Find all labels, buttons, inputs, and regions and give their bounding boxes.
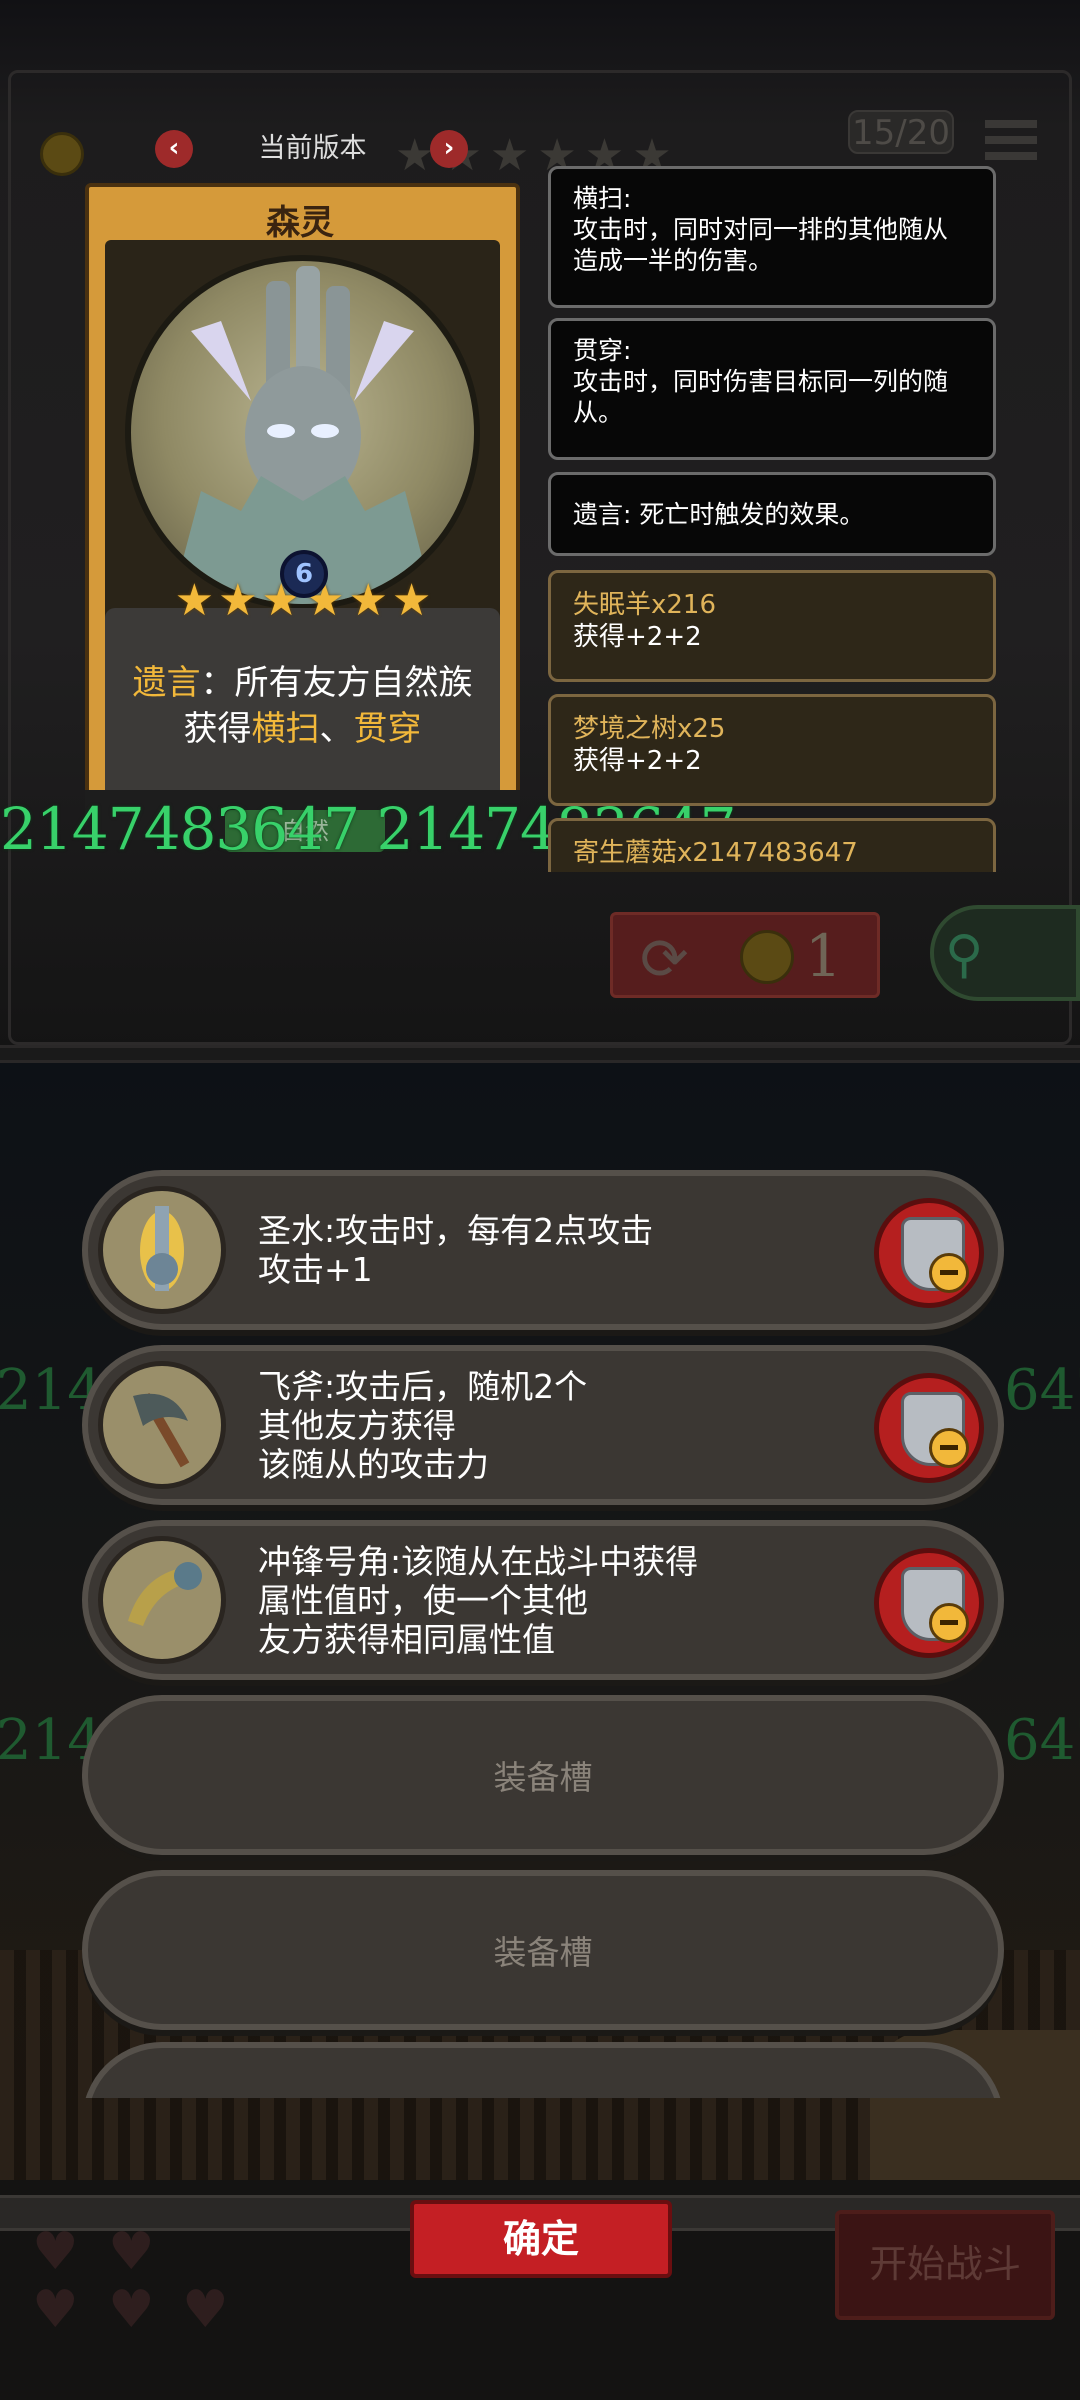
card-name: 森灵 <box>266 203 334 243</box>
bond-item: 寄生蘑菇x2147483647 <box>548 818 996 872</box>
next-version-button[interactable]: › <box>430 130 468 168</box>
desc-separator: 、 <box>319 709 354 749</box>
empty-equipment-slot[interactable]: 装备槽 <box>82 1870 1004 2030</box>
coin-icon <box>40 132 84 176</box>
desc-text: ：所有友方自然族 <box>200 663 473 703</box>
minus-icon <box>929 1428 969 1468</box>
bond-bonus: 获得+2+2 <box>573 746 702 776</box>
heart-icon: ♥ <box>32 2222 79 2282</box>
refresh-cost: 1 <box>805 922 842 990</box>
bond-name: 梦境之树x25 <box>573 714 726 744</box>
keyword-title: 贯穿: <box>573 336 632 365</box>
keyword-text: 攻击时，同时伤害目标同一列的随从。 <box>573 367 949 427</box>
confirm-button[interactable]: 确定 <box>410 2200 672 2278</box>
holy-water-icon <box>98 1186 226 1314</box>
remove-equipment-button[interactable] <box>874 1548 984 1658</box>
desc-text: 获得 <box>183 709 252 749</box>
bond-bonus: 获得+2+2 <box>573 622 702 652</box>
refresh-icon: ⟳ <box>640 925 689 993</box>
bond-item: 失眠羊x216 获得+2+2 <box>548 570 996 682</box>
section-divider <box>0 1045 1080 1063</box>
minus-icon <box>929 1253 969 1293</box>
card-description: 遗言：所有友方自然族 获得横扫、贯穿 <box>110 660 495 752</box>
remove-equipment-button[interactable] <box>874 1373 984 1483</box>
heart-icon: ♥ <box>182 2280 229 2340</box>
equipment-slot[interactable]: 飞斧:攻击后，随机2个 其他友方获得 该随从的攻击力 <box>82 1345 1004 1505</box>
bond-name: 失眠羊x216 <box>573 590 717 620</box>
flying-axe-icon <box>98 1361 226 1489</box>
remove-equipment-button[interactable] <box>874 1198 984 1308</box>
prev-version-button[interactable]: ‹ <box>155 130 193 168</box>
empty-slot-label: 装备槽 <box>493 1758 593 1797</box>
heart-icon: ♥ <box>32 2280 79 2340</box>
desc-keyword-deathrattle: 遗言 <box>132 663 201 703</box>
start-battle-button[interactable]: 开始战斗 <box>835 2210 1055 2320</box>
version-title: 当前版本 <box>258 133 367 164</box>
coin-icon <box>740 930 794 984</box>
equipment-description: 圣水:攻击时，每有2点攻击 攻击+1 <box>258 1211 654 1289</box>
keyword-box-deathrattle: 遗言: 死亡时触发的效果。 <box>548 472 996 556</box>
keyword-box-pierce: 贯穿: 攻击时，同时伤害目标同一列的随从。 <box>548 318 996 460</box>
heart-icon: ♥ <box>108 2280 155 2340</box>
keyword-title: 横扫: <box>573 184 632 213</box>
level-badge: 6 <box>280 550 328 598</box>
side-number-right: 647 <box>1004 1708 1080 1773</box>
empty-equipment-slot[interactable] <box>82 2042 1004 2098</box>
desc-keyword-pierce: 贯穿 <box>353 709 422 749</box>
side-number-right: 647 <box>1004 1358 1080 1423</box>
bond-name: 寄生蘑菇x2147483647 <box>573 838 858 868</box>
empty-slot-label: 装备槽 <box>493 1933 593 1972</box>
equipment-description: 飞斧:攻击后，随机2个 其他友方获得 该随从的攻击力 <box>258 1366 588 1484</box>
equipment-slot[interactable]: 圣水:攻击时，每有2点攻击 攻击+1 <box>82 1170 1004 1330</box>
heart-icon: ♥ <box>108 2222 155 2282</box>
equipment-description: 冲锋号角:该随从在战斗中获得 属性值时，使一个其他 友方获得相同属性值 <box>258 1541 699 1659</box>
keyword-text: 攻击时，同时对同一排的其他随从造成一半的伤害。 <box>573 215 949 275</box>
desc-keyword-sweep: 横扫 <box>251 709 320 749</box>
charge-horn-icon <box>98 1536 226 1664</box>
keyword-box-sweep: 横扫: 攻击时，同时对同一排的其他随从造成一半的伤害。 <box>548 166 996 308</box>
minus-icon <box>929 1603 969 1643</box>
slot-count-badge: 15/20 <box>848 110 954 154</box>
slot-list-clip <box>82 2042 1004 2098</box>
empty-equipment-slot[interactable]: 装备槽 <box>82 1695 1004 1855</box>
search-icon: ⚲ <box>945 925 984 985</box>
menu-icon[interactable] <box>985 120 1037 160</box>
equipment-slot[interactable]: 冲锋号角:该随从在战斗中获得 属性值时，使一个其他 友方获得相同属性值 <box>82 1520 1004 1680</box>
bond-list[interactable]: 失眠羊x216 获得+2+2 梦境之树x25 获得+2+2 寄生蘑菇x21474… <box>540 560 1010 872</box>
keyword-text: 遗言: 死亡时触发的效果。 <box>573 500 865 529</box>
bond-item: 梦境之树x25 获得+2+2 <box>548 694 996 806</box>
